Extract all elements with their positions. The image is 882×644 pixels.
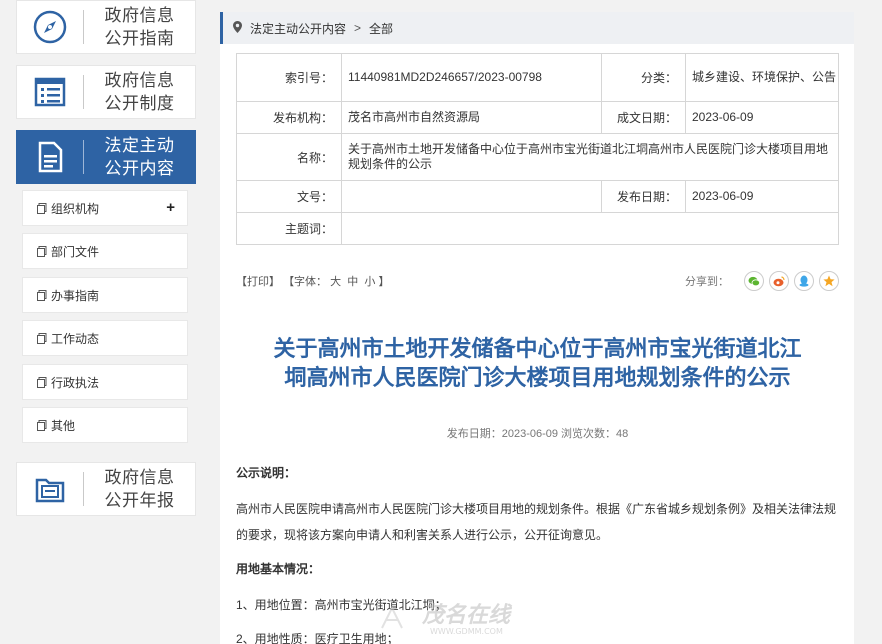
folder-icon [17, 462, 83, 516]
font-size-suffix: 】 [378, 276, 390, 288]
paragraph-line: 高州市人民医院申请高州市人民医院门诊大楼项目用地的规划条件。根据《广东省城乡规划… [236, 502, 837, 516]
sub-nav-item-department-files[interactable]: 部门文件 [22, 233, 188, 269]
sub-nav-label: 其他 [51, 418, 76, 433]
expand-icon[interactable]: + [166, 199, 175, 216]
meta-label: 发布日期： [601, 180, 686, 213]
meta-label: 成文日期： [601, 101, 686, 134]
nav-card-content[interactable]: 法定主动 公开内容 [16, 130, 196, 184]
sub-nav-label: 组织机构 [51, 201, 100, 216]
document-icon [17, 130, 83, 184]
metadata-table: 索引号： 11440981MD2D246657/2023-00798 分类： 城… [236, 53, 839, 245]
meta-label: 索引号： [236, 53, 342, 102]
meta-label: 名称： [236, 133, 342, 181]
breadcrumb-item[interactable]: 法定主动公开内容 [250, 20, 346, 37]
nav-card-guide[interactable]: 政府信息 公开指南 [16, 0, 196, 54]
sub-nav-item-service-guide[interactable]: 办事指南 [22, 277, 188, 313]
share-bar: 分享到： [685, 271, 839, 291]
meta-label: 发布机构： [236, 101, 342, 134]
favorite-star-icon[interactable] [819, 271, 839, 291]
meta-value [341, 180, 602, 213]
sub-nav-label: 工作动态 [51, 331, 100, 346]
font-medium-button[interactable]: 中 [347, 276, 358, 288]
meta-label: 分类： [601, 53, 686, 102]
svg-text:茂名在线: 茂名在线 [421, 603, 513, 628]
breadcrumb: 法定主动公开内容 > 全部 [220, 12, 854, 44]
location-pin-icon [233, 20, 242, 36]
print-button[interactable]: 【打印】 [236, 276, 280, 288]
toolbar-left: 【打印】 【字体： 大 中 小 】 [236, 273, 389, 289]
watermark-logo: 茂名在线 WWW.GDMM.COM [372, 598, 552, 638]
page: 政府信息 公开指南 政府信息 公开制度 法定主动 公开内容 组织机构 + 部门文… [0, 0, 882, 644]
main-content: 法定主动公开内容 > 全部 索引号： 11440981MD2D246657/20… [220, 12, 854, 644]
paragraph-line: 的要求，现将该方案向申请人和利害关系人进行公示，公开征询意见。 [236, 528, 609, 542]
list-icon [17, 65, 83, 119]
sub-nav-label: 行政执法 [51, 375, 100, 390]
meta-value: 茂名市高州市自然资源局 [341, 101, 602, 134]
wechat-share-icon[interactable] [744, 271, 764, 291]
document-small-icon [37, 419, 47, 431]
section-heading: 公示说明： [236, 466, 297, 480]
sub-nav-item-organization[interactable]: 组织机构 + [22, 190, 188, 226]
nav-card-label: 法定主动 公开内容 [104, 136, 175, 178]
breadcrumb-separator: > [354, 21, 362, 35]
document-small-icon [37, 202, 47, 214]
meta-value: 2023-06-09 [685, 101, 839, 134]
sub-nav-label: 部门文件 [51, 244, 100, 259]
document-small-icon [37, 289, 47, 301]
meta-value: 11440981MD2D246657/2023-00798 [341, 53, 602, 102]
sub-nav-label: 办事指南 [51, 288, 100, 303]
weibo-share-icon[interactable] [769, 271, 789, 291]
sub-nav-item-work-news[interactable]: 工作动态 [22, 320, 188, 356]
document-small-icon [37, 332, 47, 344]
document-small-icon [37, 245, 47, 257]
font-large-button[interactable]: 大 [330, 276, 341, 288]
meta-value: 城乡建设、环境保护、公告 [685, 53, 839, 102]
meta-value: 关于高州市土地开发储备中心位于高州市宝光街道北江垌高州市人民医院门诊大楼项目用地… [341, 133, 839, 181]
meta-label: 主题词： [236, 212, 342, 245]
qq-share-icon[interactable] [794, 271, 814, 291]
sub-nav-item-law-enforcement[interactable]: 行政执法 [22, 364, 188, 400]
meta-label: 文号： [236, 180, 342, 213]
article-title: 关于高州市土地开发储备中心位于高州市宝光街道北江 垌高州市人民医院门诊大楼项目用… [273, 336, 802, 390]
meta-value [341, 212, 839, 245]
article-info: 发布日期：2023-06-09 浏览次数：48 [446, 428, 629, 440]
nav-card-label: 政府信息 公开年报 [104, 468, 175, 510]
nav-card-system[interactable]: 政府信息 公开制度 [16, 65, 196, 119]
font-size-prefix: 【字体： [283, 276, 328, 288]
sub-nav-item-other[interactable]: 其他 [22, 407, 188, 443]
document-small-icon [37, 376, 47, 388]
svg-text:WWW.GDMM.COM: WWW.GDMM.COM [430, 627, 503, 636]
nav-card-label: 政府信息 公开指南 [104, 6, 175, 48]
breadcrumb-item[interactable]: 全部 [369, 20, 393, 37]
article-toolbar: 【打印】 【字体： 大 中 小 】 分享到： [236, 271, 839, 291]
share-label: 分享到： [685, 276, 729, 288]
nav-card-label: 政府信息 公开制度 [104, 71, 175, 113]
font-small-button[interactable]: 小 [364, 276, 375, 288]
section-heading: 用地基本情况： [236, 562, 321, 576]
meta-value: 2023-06-09 [685, 180, 839, 213]
compass-icon [17, 0, 83, 54]
nav-card-annual-report[interactable]: 政府信息 公开年报 [16, 462, 196, 516]
